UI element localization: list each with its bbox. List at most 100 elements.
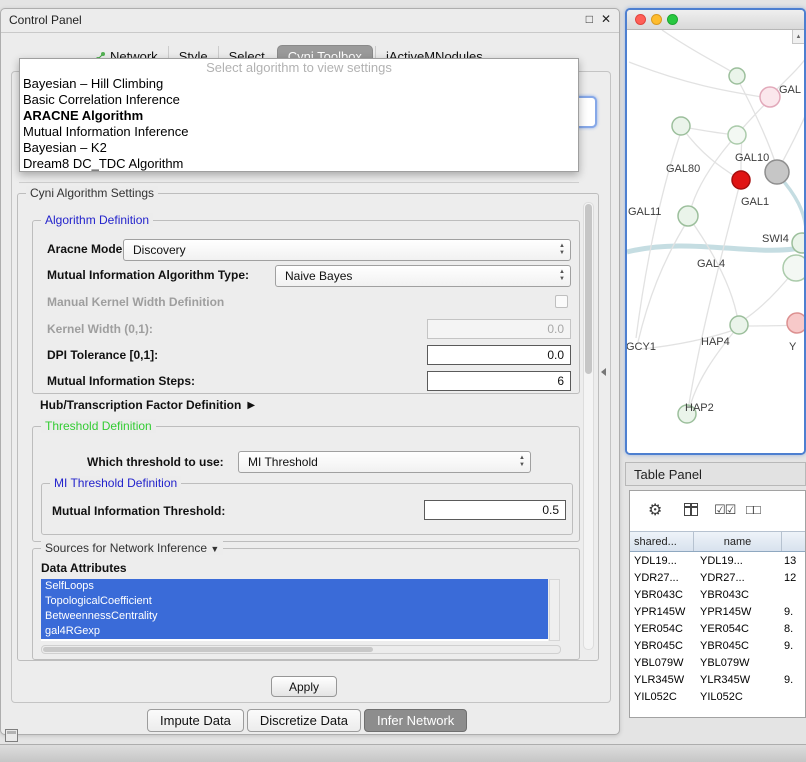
gear-icon[interactable]: ⚙ — [648, 500, 662, 520]
data-attributes-list[interactable]: SelfLoopsTopologicalCoefficientBetweenne… — [41, 579, 548, 641]
network-node[interactable] — [760, 87, 780, 107]
which-threshold-select[interactable]: MI Threshold — [238, 451, 531, 473]
which-threshold-value: MI Threshold — [248, 455, 318, 469]
panel-splitter-arrow[interactable] — [601, 368, 606, 376]
table-cell: YBL079W — [694, 657, 782, 669]
scrollbar-thumb[interactable] — [585, 204, 592, 374]
collapse-down-icon: ▼ — [210, 544, 219, 554]
attribute-item[interactable]: BetweennessCentrality — [41, 609, 548, 624]
unchecked-columns-icon[interactable]: □□ — [746, 502, 760, 517]
columns-icon[interactable] — [684, 503, 698, 516]
zoom-traffic-light[interactable] — [667, 14, 678, 25]
algorithm-option[interactable]: Bayesian – K2 — [20, 140, 578, 156]
network-node[interactable] — [678, 206, 698, 226]
column-header[interactable]: shared... — [630, 532, 694, 551]
group-title: MI Threshold Definition — [50, 476, 181, 490]
attribute-item[interactable]: TopologicalCoefficient — [41, 594, 548, 609]
network-node[interactable] — [730, 316, 748, 334]
algorithm-option[interactable]: Mutual Information Inference — [20, 124, 578, 140]
network-node[interactable] — [728, 126, 746, 144]
table-cell: YBR045C — [694, 640, 782, 652]
column-header[interactable]: name — [694, 532, 782, 551]
network-node[interactable] — [732, 171, 750, 189]
algorithm-option[interactable]: Dream8 DC_TDC Algorithm — [20, 156, 578, 172]
mi-threshold-field[interactable]: 0.5 — [424, 500, 566, 520]
scrollbar-up-arrow[interactable]: ▲ — [792, 30, 804, 44]
table-cell: YDL19... — [694, 555, 782, 567]
table-body: YDL19...YDL19...13YDR27...YDR27...12YBR0… — [630, 552, 805, 705]
algorithm-dropdown-list: Bayesian – Hill ClimbingBasic Correlatio… — [20, 76, 578, 172]
apply-button[interactable]: Apply — [271, 676, 337, 697]
attributes-vertical-scrollbar[interactable] — [549, 579, 560, 641]
expander-right-icon: ▶ — [247, 400, 255, 411]
aracne-mode-select[interactable]: Discovery — [123, 239, 571, 261]
panel-dock-icon[interactable] — [5, 729, 18, 742]
table-row[interactable]: YBR043CYBR043C — [630, 586, 805, 603]
close-traffic-light[interactable] — [635, 14, 646, 25]
table-cell: YDR27... — [630, 572, 694, 584]
algorithm-option[interactable]: Bayesian – Hill Climbing — [20, 76, 578, 92]
kernel-width-field[interactable]: 0.0 — [427, 319, 571, 339]
node-label: HAP2 — [685, 402, 714, 414]
table-row[interactable]: YIL052CYIL052C — [630, 688, 805, 705]
dpi-tolerance-field[interactable]: 0.0 — [427, 345, 571, 365]
control-panel-window: Control Panel □ ✕ Network Style Select C… — [0, 8, 620, 735]
algorithm-option[interactable]: Basic Correlation Inference — [20, 92, 578, 108]
table-row[interactable]: YER054CYER054C8. — [630, 620, 805, 637]
table-cell: YLR345W — [630, 674, 694, 686]
combo-arrows-icon — [559, 243, 565, 257]
tab-discretize-data[interactable]: Discretize Data — [247, 709, 361, 732]
manual-kernel-checkbox[interactable] — [555, 295, 568, 308]
node-label: GAL — [779, 84, 801, 96]
desktop: Control Panel □ ✕ Network Style Select C… — [0, 0, 806, 762]
minimize-traffic-light[interactable] — [651, 14, 662, 25]
node-label: HAP4 — [701, 336, 730, 348]
hub-definition-expander[interactable]: Hub/Transcription Factor Definition ▶ — [40, 398, 255, 412]
settings-vertical-scrollbar[interactable] — [583, 202, 594, 650]
table-row[interactable]: YDR27...YDR27...12 — [630, 569, 805, 586]
node-label: GAL1 — [741, 196, 769, 208]
network-canvas[interactable]: GALGAL80GAL10GAL11GAL1SWI4GAL4GCY1HAP4YH… — [627, 30, 804, 453]
table-row[interactable]: YBL079WYBL079W — [630, 654, 805, 671]
table-cell: 12 — [782, 572, 805, 584]
table-row[interactable]: YLR345WYLR345W9. — [630, 671, 805, 688]
attributes-horizontal-scrollbar[interactable] — [41, 645, 561, 654]
sources-collapse-header[interactable]: Sources for Network Inference ▼ — [41, 541, 223, 555]
scrollbar-thumb[interactable] — [43, 647, 373, 652]
table-cell: 9. — [782, 606, 805, 618]
network-node[interactable] — [729, 68, 745, 84]
node-label: SWI4 — [762, 233, 789, 245]
table-cell: YPR145W — [630, 606, 694, 618]
table-panel-header[interactable]: Table Panel — [625, 462, 806, 486]
mi-type-select[interactable]: Naive Bayes — [275, 265, 571, 287]
tab-infer-network[interactable]: Infer Network — [364, 709, 467, 732]
table-row[interactable]: YDL19...YDL19...13 — [630, 552, 805, 569]
float-window-icon[interactable]: □ — [586, 12, 593, 26]
table-cell: YBR045C — [630, 640, 694, 652]
table-panel-window: ⚙ ☑☑ □□ shared... name YDL19...YDL19...1… — [629, 490, 806, 718]
mi-type-value: Naive Bayes — [285, 269, 352, 283]
checked-columns-icon[interactable]: ☑☑ — [714, 502, 735, 518]
control-panel-titlebar[interactable]: Control Panel □ ✕ — [1, 9, 619, 33]
tab-impute-data[interactable]: Impute Data — [147, 709, 244, 732]
table-cell: 9. — [782, 640, 805, 652]
mi-steps-field[interactable]: 6 — [427, 371, 571, 391]
network-window-titlebar[interactable] — [627, 10, 804, 30]
mi-threshold-label: Mutual Information Threshold: — [52, 504, 225, 518]
column-header[interactable] — [782, 532, 805, 551]
network-node[interactable] — [787, 313, 804, 333]
table-row[interactable]: YBR045CYBR045C9. — [630, 637, 805, 654]
network-edge — [779, 176, 804, 228]
network-node[interactable] — [672, 117, 690, 135]
algorithm-option[interactable]: ARACNE Algorithm — [20, 108, 578, 124]
network-edge — [636, 129, 682, 338]
panel-divider-line — [19, 182, 579, 183]
table-cell: YER054C — [694, 623, 782, 635]
table-cell: YBR043C — [694, 589, 782, 601]
table-row[interactable]: YPR145WYPR145W9. — [630, 603, 805, 620]
dropdown-placeholder: Select algorithm to view settings — [20, 59, 578, 76]
attribute-item[interactable]: SelfLoops — [41, 579, 548, 594]
close-window-icon[interactable]: ✕ — [601, 12, 611, 26]
network-node[interactable] — [783, 255, 804, 281]
attribute-item[interactable]: gal4RGexp — [41, 624, 548, 639]
